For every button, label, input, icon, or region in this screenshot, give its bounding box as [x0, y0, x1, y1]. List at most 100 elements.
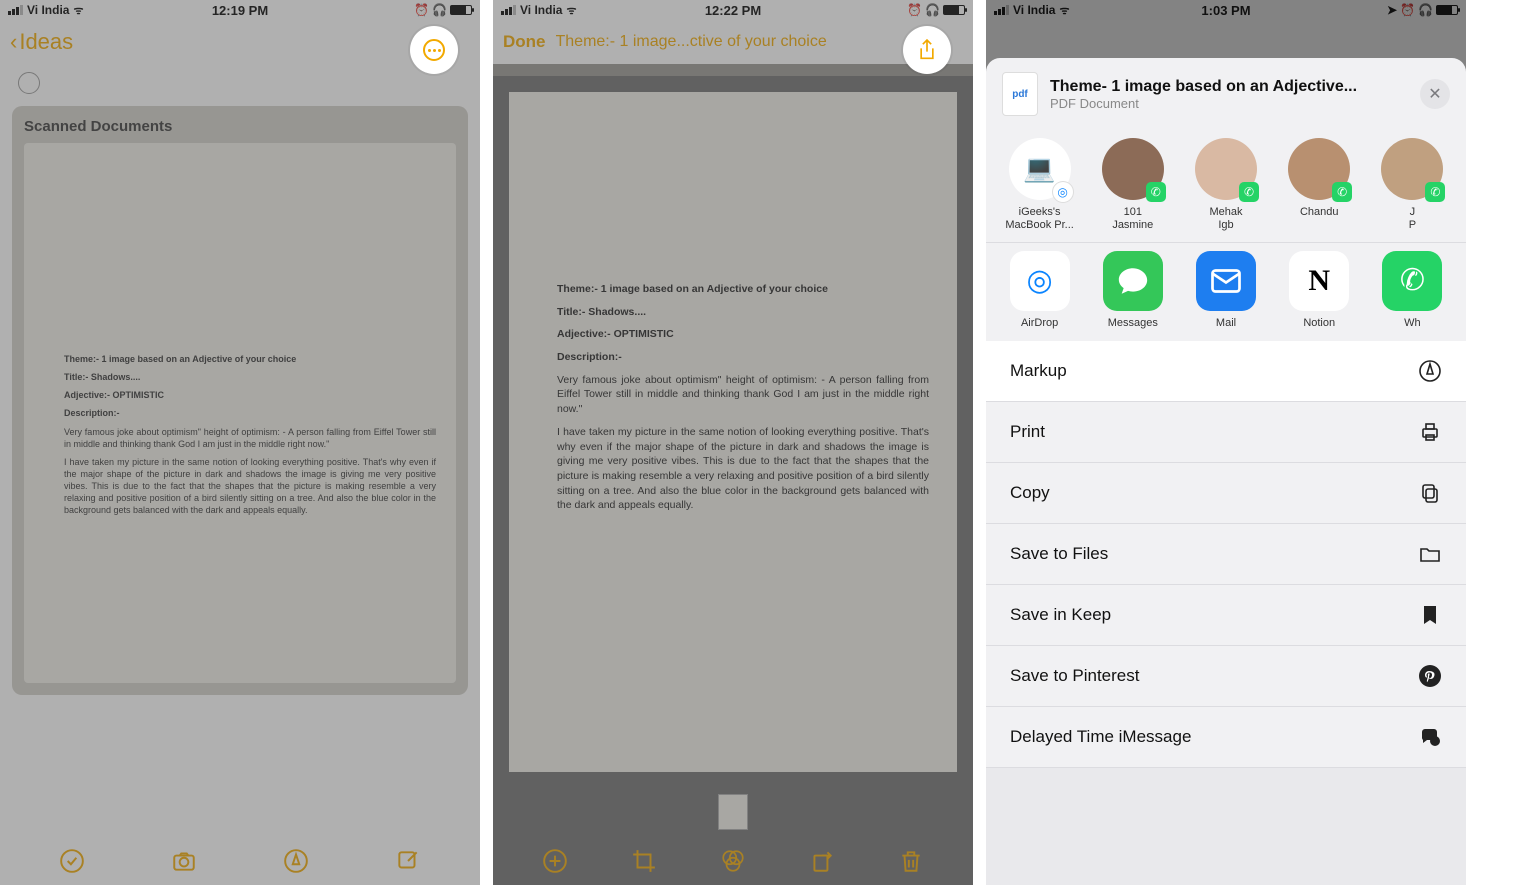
contact-whatsapp[interactable]: ✆ Mehak Igb — [1190, 138, 1261, 232]
checklist-item[interactable] — [12, 64, 468, 106]
mail-icon — [1196, 251, 1256, 311]
airdrop-badge-icon: ◎ — [1053, 182, 1073, 202]
close-button[interactable]: ✕ — [1420, 79, 1450, 109]
filter-icon[interactable] — [720, 848, 746, 874]
doc-paragraph-1: Very famous joke about optimism" height … — [64, 426, 436, 450]
pdf-icon: pdf — [1002, 72, 1038, 116]
camera-icon[interactable] — [171, 848, 197, 874]
app-airdrop[interactable]: ◎ AirDrop — [1004, 251, 1075, 330]
doc-desc-label: Description:- — [64, 408, 120, 418]
compose-icon[interactable] — [395, 848, 421, 874]
battery-icon — [943, 5, 965, 15]
contact-name-1: J — [1377, 206, 1448, 219]
scanned-documents-card[interactable]: Scanned Documents Theme:- 1 image based … — [12, 106, 468, 695]
doc-adjective-line: Adjective:- OPTIMISTIC — [557, 328, 674, 340]
back-label: Ideas — [19, 29, 73, 55]
notion-icon: N — [1289, 251, 1349, 311]
trash-icon[interactable] — [898, 848, 924, 874]
doc-title-line: Title:- Shadows.... — [557, 306, 646, 318]
nav-bar: Done Theme:- 1 image...ctive of your cho… — [493, 20, 973, 64]
add-page-icon[interactable] — [542, 848, 568, 874]
action-markup[interactable]: Markup — [986, 341, 1466, 402]
app-label: Wh — [1377, 317, 1448, 330]
clock: 12:22 PM — [493, 3, 973, 18]
action-label: Markup — [1010, 361, 1067, 381]
page-thumbnail[interactable] — [718, 794, 748, 830]
app-messages[interactable]: Messages — [1097, 251, 1168, 330]
contact-whatsapp[interactable]: ✆ Chandu — [1284, 138, 1355, 232]
share-icon — [917, 38, 937, 62]
contact-name-2: MacBook Pr... — [1004, 219, 1075, 232]
top-stripe — [493, 64, 973, 76]
action-label: Save to Pinterest — [1010, 666, 1139, 686]
action-print[interactable]: Print — [986, 402, 1466, 463]
chevron-left-icon: ‹ — [10, 29, 17, 55]
action-save-in-keep[interactable]: Save in Keep — [986, 585, 1466, 646]
whatsapp-badge-icon: ✆ — [1239, 182, 1259, 202]
clock: 12:19 PM — [0, 3, 480, 18]
contacts-row[interactable]: 💻◎ iGeeks's MacBook Pr... ✆ 101 Jasmine … — [986, 130, 1466, 242]
more-menu-button[interactable] — [410, 26, 458, 74]
sheet-document-title: Theme- 1 image based on an Adjective... — [1050, 78, 1408, 96]
whatsapp-icon: ✆ — [1382, 251, 1442, 311]
card-title: Scanned Documents — [24, 118, 456, 135]
contact-name-1: Chandu — [1284, 206, 1355, 219]
done-button[interactable]: Done — [503, 32, 546, 52]
action-save-to-files[interactable]: Save to Files — [986, 524, 1466, 585]
app-label: AirDrop — [1004, 317, 1075, 330]
avatar: ✆ — [1102, 138, 1164, 200]
avatar: ✆ — [1195, 138, 1257, 200]
action-label: Copy — [1010, 483, 1050, 503]
markup-pen-icon — [1418, 359, 1442, 383]
screen-notes-list: Vi India ᯤ 12:19 PM ⏰ 🎧 ‹ Ideas Scanned … — [0, 0, 480, 885]
whatsapp-badge-icon: ✆ — [1146, 182, 1166, 202]
action-label: Delayed Time iMessage — [1010, 727, 1191, 747]
printer-icon — [1418, 420, 1442, 444]
apps-row[interactable]: ◎ AirDrop Messages Mail N Notion ✆ — [986, 243, 1466, 340]
checkbox-icon[interactable] — [18, 72, 40, 94]
contact-whatsapp[interactable]: ✆ 101 Jasmine — [1097, 138, 1168, 232]
doc-theme-line: Theme:- 1 image based on an Adjective of… — [64, 354, 296, 364]
document-page[interactable]: Theme:- 1 image based on an Adjective of… — [509, 92, 957, 772]
document-thumbnail[interactable]: Theme:- 1 image based on an Adjective of… — [24, 143, 456, 683]
action-delayed-imessage[interactable]: Delayed Time iMessage — [986, 707, 1466, 768]
screen-share-sheet: Vi India ᯤ 1:03 PM ➤ ⏰ 🎧 pdf Theme- 1 im… — [986, 0, 1466, 885]
actions-list: Markup Print Copy Save to Files Save in … — [986, 341, 1466, 885]
contact-airdrop[interactable]: 💻◎ iGeeks's MacBook Pr... — [1004, 138, 1075, 232]
markup-icon[interactable] — [283, 848, 309, 874]
battery-icon — [450, 5, 472, 15]
contact-name-1: 101 — [1097, 206, 1168, 219]
folder-icon — [1418, 542, 1442, 566]
back-button[interactable]: ‹ Ideas — [10, 29, 73, 55]
action-label: Save to Files — [1010, 544, 1108, 564]
app-label: Notion — [1284, 317, 1355, 330]
doc-adjective-line: Adjective:- OPTIMISTIC — [64, 390, 164, 400]
contact-whatsapp[interactable]: ✆ J P — [1377, 138, 1448, 232]
app-whatsapp[interactable]: ✆ Wh — [1377, 251, 1448, 330]
app-notion[interactable]: N Notion — [1284, 251, 1355, 330]
whatsapp-badge-icon: ✆ — [1425, 182, 1445, 202]
sheet-document-subtitle: PDF Document — [1050, 96, 1408, 111]
crop-icon[interactable] — [631, 848, 657, 874]
copy-icon — [1418, 481, 1442, 505]
avatar: ✆ — [1288, 138, 1350, 200]
notes-toolbar — [0, 837, 480, 885]
close-icon: ✕ — [1428, 84, 1441, 104]
contact-name-1: Mehak — [1190, 206, 1261, 219]
whatsapp-badge-icon: ✆ — [1332, 182, 1352, 202]
avatar: ✆ — [1381, 138, 1443, 200]
share-sheet: pdf Theme- 1 image based on an Adjective… — [986, 58, 1466, 885]
action-label: Save in Keep — [1010, 605, 1111, 625]
checklist-icon[interactable] — [59, 848, 85, 874]
action-copy[interactable]: Copy — [986, 463, 1466, 524]
status-bar: Vi India ᯤ 12:19 PM ⏰ 🎧 — [0, 0, 480, 20]
action-save-to-pinterest[interactable]: Save to Pinterest — [986, 646, 1466, 707]
airdrop-icon: ◎ — [1010, 251, 1070, 311]
app-mail[interactable]: Mail — [1190, 251, 1261, 330]
chat-icon — [1418, 725, 1442, 749]
share-button[interactable] — [903, 26, 951, 74]
contact-name-2: P — [1377, 219, 1448, 232]
doc-desc-label: Description:- — [557, 351, 622, 363]
rotate-icon[interactable] — [809, 848, 835, 874]
doc-paragraph-1: Very famous joke about optimism" height … — [557, 373, 929, 417]
